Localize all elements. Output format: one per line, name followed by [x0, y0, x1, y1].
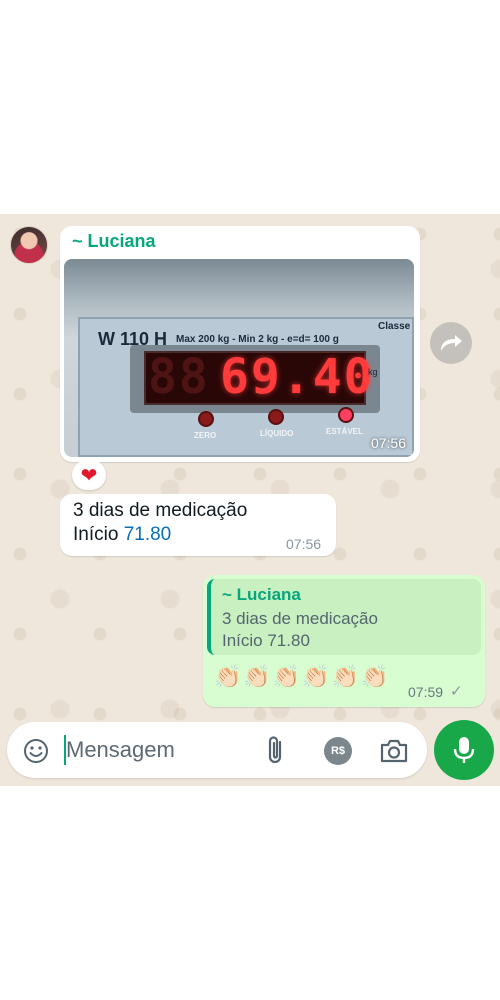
message-line-1: 3 dias de medicação — [73, 500, 248, 521]
clapping-emojis: 👏🏻👏🏻👏🏻👏🏻👏🏻👏🏻 — [214, 664, 391, 689]
led-label-liquido: LÍQUIDO — [260, 429, 294, 438]
payment-button[interactable]: R$ — [324, 737, 352, 765]
attach-button[interactable] — [264, 734, 288, 766]
led-label-estavel: ESTÁVEL — [326, 427, 363, 436]
led-zero — [198, 411, 214, 427]
message-timestamp: 07:56 — [286, 536, 322, 552]
scale-class-text: Classe — [378, 321, 411, 332]
message-number-link[interactable]: 71.80 — [124, 524, 172, 545]
quoted-line-1: 3 dias de medicação — [222, 609, 378, 628]
heart-reaction[interactable]: ❤ — [72, 460, 106, 490]
display-unit: kg — [368, 367, 378, 377]
paperclip-icon — [268, 736, 282, 764]
photo-timestamp: 07:56 — [370, 435, 406, 451]
scale-photo[interactable]: W 110 H Max 200 kg - Min 2 kg - e=d= 100… — [64, 259, 414, 457]
currency-icon: R$ — [330, 745, 346, 757]
message-line-2: Início 71.80 — [73, 524, 171, 546]
heart-icon: ❤ — [80, 464, 98, 487]
camera-icon — [380, 739, 408, 763]
camera-button[interactable] — [379, 737, 409, 765]
emoji-button[interactable] — [23, 738, 49, 764]
outgoing-timestamp: 07:59 — [408, 684, 444, 700]
forward-icon — [441, 335, 462, 351]
sent-check-icon: ✓ — [450, 683, 463, 700]
sender-name[interactable]: ~ Luciana — [72, 231, 156, 252]
sender-avatar[interactable] — [10, 226, 48, 264]
message-line-2-prefix: Início — [73, 524, 124, 545]
quoted-line-2: Início 71.80 — [222, 631, 310, 650]
scale-spec-text: Max 200 kg - Min 2 kg - e=d= 100 g — [176, 334, 339, 345]
message-input[interactable] — [66, 734, 246, 766]
led-estavel — [338, 407, 354, 423]
led-label-zero: ZERO — [194, 431, 217, 440]
voice-message-button[interactable] — [434, 720, 494, 780]
display-ghost-digits: 88 — [148, 349, 210, 405]
quoted-sender-name: ~ Luciana — [222, 585, 301, 604]
emoji-icon — [24, 739, 48, 763]
display-value: 69.40 — [220, 349, 375, 405]
forward-button[interactable] — [430, 322, 472, 364]
microphone-icon — [453, 737, 475, 763]
led-liquido — [268, 409, 284, 425]
